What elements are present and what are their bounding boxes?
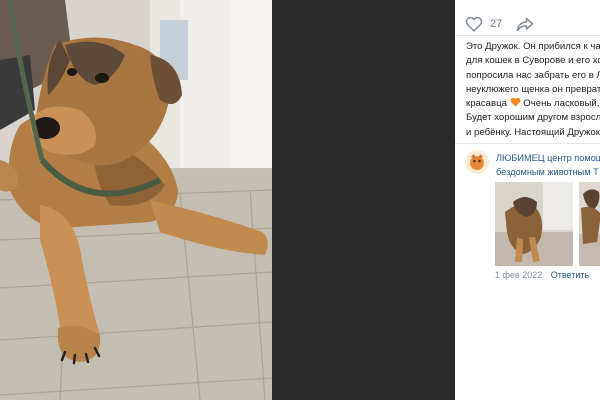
- comment-date: 1 фев 2022: [495, 270, 543, 280]
- description-line-with-emoji: красавца Очень ласковый,: [466, 97, 600, 111]
- viewer-dark-background: [272, 0, 455, 400]
- orange-heart-emoji-icon: [510, 97, 521, 112]
- attachment-thumbnail[interactable]: [495, 182, 573, 266]
- post-photo[interactable]: [0, 0, 272, 400]
- description-line: и ребёнку. Настоящий Дружок: [466, 126, 600, 138]
- likes-count: 27: [490, 18, 503, 30]
- avatar[interactable]: [465, 150, 489, 174]
- description-text: красавца: [466, 98, 507, 110]
- post-actions: 27: [465, 13, 534, 35]
- post-side-panel: 27 Это Дружок. Он прибился к час для кош…: [455, 0, 600, 400]
- description-line: Будет хорошим другом взросл: [466, 112, 600, 124]
- dog-photo-image: [0, 0, 272, 400]
- attachment-thumbnail[interactable]: [579, 182, 600, 266]
- comment-meta: 1 фев 2022 Ответить: [495, 270, 589, 280]
- description-line: для кошек в Суворове и его хоз: [466, 55, 600, 67]
- heart-outline-icon[interactable]: [465, 16, 483, 32]
- comment-author-link[interactable]: ЛЮБИМЕЦ центр помощ бездомным животным Т: [496, 151, 600, 179]
- comment-author-line: ЛЮБИМЕЦ центр помощ: [496, 153, 600, 163]
- post-description: Это Дружок. Он прибился к час для кошек …: [466, 40, 600, 140]
- description-text: Очень ласковый,: [520, 98, 600, 110]
- description-line: неуклюжего щенка он превратил: [466, 83, 600, 95]
- description-line: Это Дружок. Он прибился к час: [466, 41, 600, 52]
- description-line: попросила нас забрать его в Л: [466, 69, 600, 81]
- reply-button[interactable]: Ответить: [551, 270, 589, 280]
- divider-top: [455, 35, 600, 36]
- share-arrow-icon[interactable]: [516, 17, 534, 32]
- comment-author-line: бездомным животным Т: [496, 167, 599, 177]
- divider-comments: [455, 143, 600, 144]
